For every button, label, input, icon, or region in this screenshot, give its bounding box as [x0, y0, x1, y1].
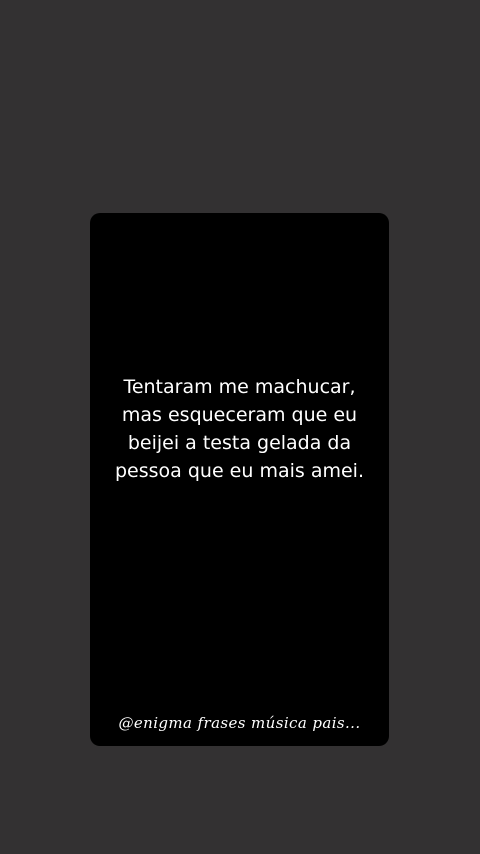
author-handle[interactable]: @enigma frases música pais...	[90, 714, 389, 732]
quote-text: Tentaram me machucar, mas esqueceram que…	[115, 376, 364, 482]
quote-card[interactable]: Tentaram me machucar, mas esqueceram que…	[90, 213, 389, 746]
story-screen: { "story": { "quote": "Tentaram me machu…	[0, 0, 480, 854]
